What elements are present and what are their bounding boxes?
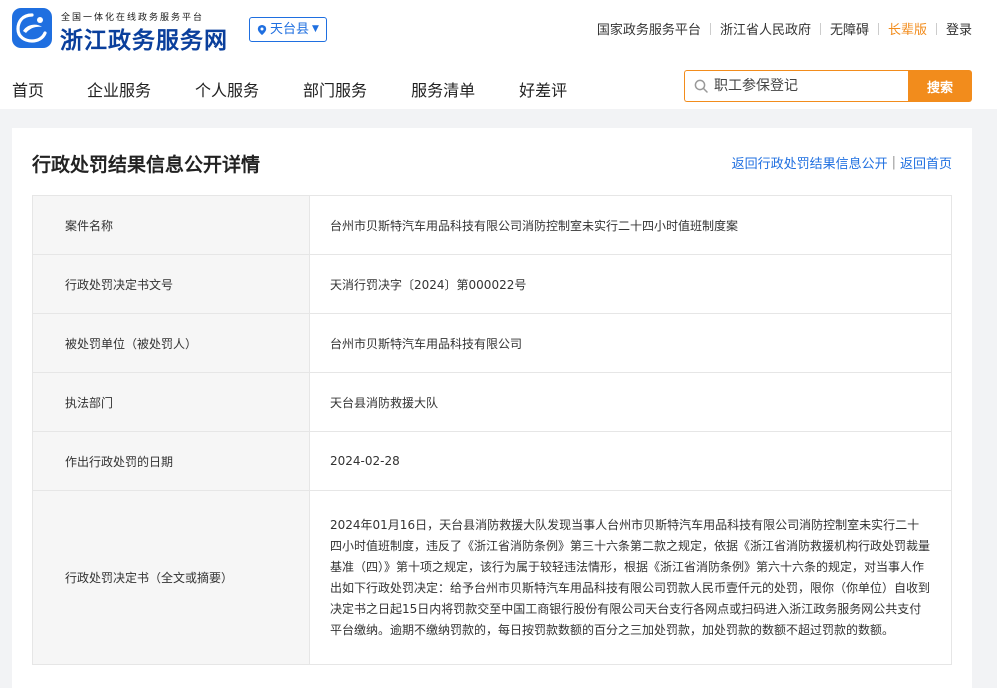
field-label: 被处罚单位（被处罚人） bbox=[32, 313, 310, 373]
search-icon bbox=[694, 79, 708, 93]
search-button[interactable]: 搜索 bbox=[908, 70, 972, 102]
detail-card: 行政处罚结果信息公开详情 返回行政处罚结果信息公开 | 返回首页 案件名称 台州… bbox=[12, 128, 972, 688]
field-value: 2024-02-28 bbox=[309, 431, 952, 491]
detail-table: 案件名称 台州市贝斯特汽车用品科技有限公司消防控制室未实行二十四小时值班制度案 … bbox=[32, 195, 952, 665]
divider bbox=[819, 22, 821, 35]
region-selector[interactable]: 天台县 ▼ bbox=[249, 17, 327, 42]
top-links: 国家政务服务平台 浙江省人民政府 无障碍 长辈版 登录 bbox=[597, 19, 972, 38]
link-login[interactable]: 登录 bbox=[946, 19, 972, 38]
divider bbox=[935, 22, 937, 35]
search-bar: 搜索 bbox=[684, 70, 972, 102]
table-row: 被处罚单位（被处罚人） 台州市贝斯特汽车用品科技有限公司 bbox=[32, 313, 952, 373]
field-label: 行政处罚决定书文号 bbox=[32, 254, 310, 314]
nav-item-service-list[interactable]: 服务清单 bbox=[411, 77, 475, 101]
divider bbox=[877, 22, 879, 35]
field-label: 作出行政处罚的日期 bbox=[32, 431, 310, 491]
page-title: 行政处罚结果信息公开详情 bbox=[32, 154, 261, 176]
zhejiang-logo-icon[interactable] bbox=[12, 8, 52, 48]
table-row: 行政处罚决定书（全文或摘要） 2024年01月16日，天台县消防救援大队发现当事… bbox=[32, 490, 952, 665]
field-label: 执法部门 bbox=[32, 372, 310, 432]
field-value: 天消行罚决字〔2024〕第000022号 bbox=[309, 254, 952, 314]
table-row: 案件名称 台州市贝斯特汽车用品科技有限公司消防控制室未实行二十四小时值班制度案 bbox=[32, 195, 952, 255]
region-label: 天台县 bbox=[270, 22, 310, 37]
field-value: 2024年01月16日，天台县消防救援大队发现当事人台州市贝斯特汽车用品科技有限… bbox=[309, 490, 952, 665]
table-row: 执法部门 天台县消防救援大队 bbox=[32, 372, 952, 432]
search-box bbox=[684, 70, 908, 102]
nav-item-home[interactable]: 首页 bbox=[12, 77, 44, 101]
divider bbox=[709, 22, 711, 35]
back-home-link[interactable]: 返回首页 bbox=[900, 153, 952, 172]
nav-item-rating[interactable]: 好差评 bbox=[519, 77, 567, 101]
location-pin-icon bbox=[257, 24, 267, 35]
field-value: 台州市贝斯特汽车用品科技有限公司 bbox=[309, 313, 952, 373]
nav-item-enterprise[interactable]: 企业服务 bbox=[87, 77, 151, 101]
table-row: 作出行政处罚的日期 2024-02-28 bbox=[32, 431, 952, 491]
site-title[interactable]: 浙江政务服务网 bbox=[60, 21, 228, 55]
table-row: 行政处罚决定书文号 天消行罚决字〔2024〕第000022号 bbox=[32, 254, 952, 314]
header: 全国一体化在线政务服务平台 浙江政务服务网 天台县 ▼ 国家政务服务平台 浙江省… bbox=[0, 0, 997, 109]
link-separator: | bbox=[891, 155, 896, 170]
nav-item-department[interactable]: 部门服务 bbox=[303, 77, 367, 101]
link-provincial-government[interactable]: 浙江省人民政府 bbox=[720, 19, 811, 38]
link-national-platform[interactable]: 国家政务服务平台 bbox=[597, 19, 701, 38]
link-elder-mode[interactable]: 长辈版 bbox=[888, 19, 927, 38]
search-input[interactable] bbox=[714, 78, 894, 94]
field-label: 行政处罚决定书（全文或摘要） bbox=[32, 490, 310, 665]
back-to-list-link[interactable]: 返回行政处罚结果信息公开 bbox=[732, 153, 888, 172]
link-accessibility[interactable]: 无障碍 bbox=[830, 19, 869, 38]
nav-item-personal[interactable]: 个人服务 bbox=[195, 77, 259, 101]
field-value: 台州市贝斯特汽车用品科技有限公司消防控制室未实行二十四小时值班制度案 bbox=[309, 195, 952, 255]
field-label: 案件名称 bbox=[32, 195, 310, 255]
field-value: 天台县消防救援大队 bbox=[309, 372, 952, 432]
main-nav: 首页 企业服务 个人服务 部门服务 服务清单 好差评 bbox=[12, 77, 567, 101]
card-links: 返回行政处罚结果信息公开 | 返回首页 bbox=[732, 153, 952, 172]
caret-down-icon: ▼ bbox=[312, 24, 319, 34]
